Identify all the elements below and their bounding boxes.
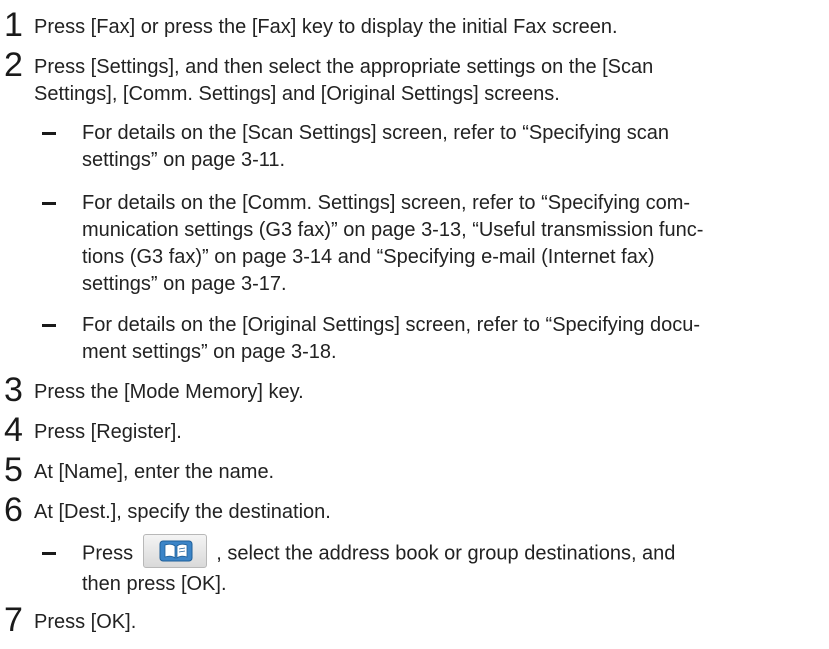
- step-text: Press the [Mode Memory] key.: [34, 381, 304, 403]
- step-text: At [Dest.], specify the destination.: [34, 501, 331, 523]
- step-text-line: Press [Settings], and then select the ap…: [34, 56, 654, 78]
- sub-text-line: then press [OK].: [82, 573, 227, 595]
- step-number: 2: [4, 46, 23, 84]
- sub-text-line: munication settings (G3 fax)” on page 3-…: [82, 219, 704, 241]
- manual-page: 1 Press [Fax] or press the [Fax] key to …: [0, 0, 829, 649]
- address-book-icon: [159, 540, 193, 562]
- sub-text-line: Press , select the address book or group…: [82, 534, 812, 568]
- sub-text-line: tions (G3 fax)” on page 3-14 and “Specif…: [82, 246, 655, 268]
- sub-text-line: settings” on page 3-17.: [82, 273, 287, 295]
- dash-bullet: [42, 202, 56, 205]
- sub-text-line: For details on the [Scan Settings] scree…: [82, 122, 669, 144]
- press-text: Press: [82, 542, 134, 565]
- step-number: 4: [4, 411, 23, 449]
- step-number: 7: [4, 601, 23, 639]
- address-book-button[interactable]: [142, 534, 207, 568]
- step-text: Press [OK].: [34, 611, 137, 633]
- sub-text-line: settings” on page 3-11.: [82, 149, 286, 171]
- step-number: 1: [4, 6, 23, 44]
- step-text: Press [Fax] or press the [Fax] key to di…: [34, 16, 618, 38]
- dash-bullet: [42, 324, 56, 327]
- sub-text-line: For details on the [Original Settings] s…: [82, 314, 701, 336]
- step-number: 5: [4, 451, 23, 489]
- step-text-line: Settings], [Comm. Settings] and [Origina…: [34, 83, 560, 105]
- after-text: , select the address book or group desti…: [216, 542, 676, 565]
- step-text: Press [Register].: [34, 421, 182, 443]
- step-number: 3: [4, 371, 23, 409]
- dash-bullet: [42, 552, 56, 555]
- dash-bullet: [42, 132, 56, 135]
- step-number: 6: [4, 491, 23, 529]
- step-text: At [Name], enter the name.: [34, 461, 275, 483]
- sub-text-line: For details on the [Comm. Settings] scre…: [82, 192, 691, 214]
- sub-text-line: ment settings” on page 3-18.: [82, 341, 337, 363]
